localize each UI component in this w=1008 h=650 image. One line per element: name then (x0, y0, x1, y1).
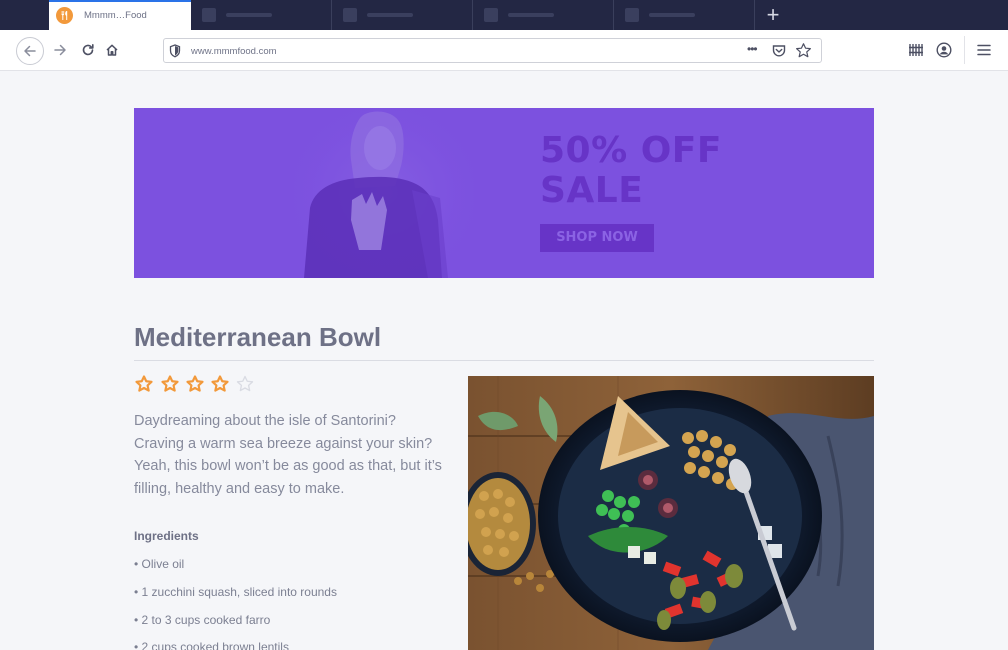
food-photo (468, 376, 874, 650)
shop-now-button[interactable]: SHOP NOW (540, 224, 654, 252)
pocket-icon[interactable] (771, 43, 787, 59)
toolbar-separator (964, 36, 965, 64)
star-filled-icon (186, 375, 204, 392)
tab-placeholder-icon (343, 8, 357, 22)
tab-placeholder-title (649, 13, 695, 17)
ingredient-item: • 2 cups cooked brown lentils (134, 640, 289, 650)
tab-active[interactable]: Mmmm…Food (49, 0, 191, 30)
tab-placeholder[interactable] (473, 0, 614, 30)
url-bar[interactable]: www.mmmfood.com ••• (163, 38, 822, 63)
tab-placeholder-title (508, 13, 554, 17)
library-icon (909, 44, 923, 56)
home-icon (106, 44, 118, 56)
shield-icon (169, 44, 181, 58)
star-filled-icon (161, 375, 179, 392)
star-filled-icon (211, 375, 229, 392)
forward-button[interactable] (50, 40, 70, 60)
home-button[interactable] (102, 40, 122, 60)
recipe-description: Daydreaming about the isle of Santorini?… (134, 413, 442, 497)
ingredient-item: • Olive oil (134, 557, 185, 571)
account-icon (936, 42, 952, 58)
back-arrow-icon (24, 45, 36, 57)
new-tab-button[interactable]: + (760, 3, 786, 27)
tab-placeholder[interactable] (332, 0, 473, 30)
ingredients-heading: Ingredients (134, 529, 199, 543)
ingredient-item: • 1 zucchini squash, sliced into rounds (134, 585, 337, 599)
banner-headline: 50% OFF (540, 130, 722, 171)
library-button[interactable] (906, 40, 926, 60)
menu-button[interactable] (974, 40, 994, 60)
tab-placeholder-title (367, 13, 413, 17)
account-button[interactable] (934, 40, 954, 60)
nav-bar: www.mmmfood.com ••• (0, 30, 1008, 71)
more-icon[interactable]: ••• (747, 42, 758, 56)
tab-placeholder[interactable] (614, 0, 755, 30)
tab-placeholder-icon (625, 8, 639, 22)
tab-placeholder-icon (484, 8, 498, 22)
forward-arrow-icon (54, 44, 66, 56)
fork-knife-icon (56, 7, 73, 24)
back-button[interactable] (16, 37, 44, 65)
star-empty-icon (236, 375, 254, 392)
promo-banner[interactable]: 50% OFF SALE SHOP NOW (134, 108, 874, 278)
title-divider (134, 360, 874, 361)
recipe-title: Mediterranean Bowl (134, 322, 382, 352)
tab-bar: Mmmm…Food + (0, 0, 1008, 30)
tab-placeholder[interactable] (191, 0, 332, 30)
hamburger-menu-icon (977, 44, 991, 56)
star-filled-icon (135, 375, 153, 392)
url-text: www.mmmfood.com (191, 46, 277, 57)
tab-title: Mmmm…Food (84, 10, 147, 21)
reload-button[interactable] (78, 40, 98, 60)
banner-subheadline: SALE (540, 170, 644, 211)
reload-icon (82, 44, 94, 56)
star-icon[interactable] (795, 42, 812, 59)
tab-placeholder-title (226, 13, 272, 17)
banner-model-image (294, 108, 474, 278)
ingredient-item: • 2 to 3 cups cooked farro (134, 613, 271, 627)
tab-placeholder-icon (202, 8, 216, 22)
